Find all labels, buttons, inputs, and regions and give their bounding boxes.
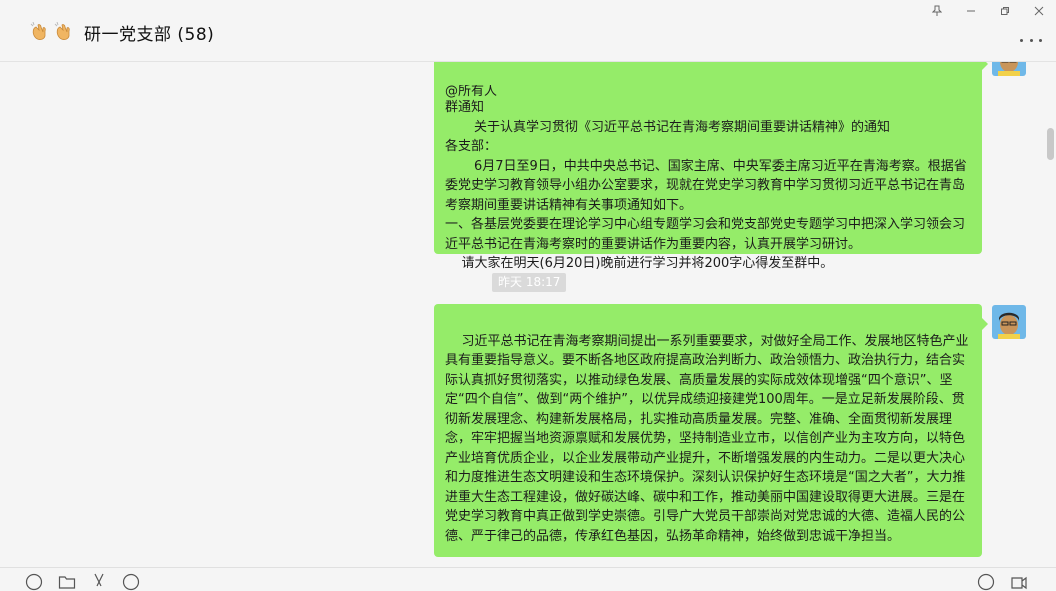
message-text: 习近平总书记在青海考察期间提出一系列重要要求，对做好全局工作、发展地区特色产业具… — [445, 333, 969, 544]
message-bubble[interactable]: 习近平总书记在青海考察期间提出一系列重要要求，对做好全局工作、发展地区特色产业具… — [434, 304, 988, 557]
restore-icon[interactable] — [990, 2, 1020, 20]
message-bubble[interactable]: @所有人群通知 关于认真学习贯彻《习近平总书记在青海考察期间重要讲话精神》的通知… — [434, 62, 988, 271]
video-call-icon[interactable] — [1010, 573, 1028, 591]
avatar[interactable] — [992, 62, 1026, 76]
close-icon[interactable] — [1024, 2, 1054, 20]
timestamp-label: 昨天 18:17 — [492, 273, 567, 292]
clapping-hands-icon — [54, 22, 70, 40]
chat-header: 研一党支部 (58) — [0, 0, 1056, 62]
input-toolbar — [0, 567, 1056, 591]
voice-call-icon[interactable] — [977, 573, 995, 591]
chat-title: 研一党支部 (58) — [84, 24, 215, 45]
bubble-tail — [982, 62, 988, 70]
more-dots-icon[interactable] — [1020, 34, 1042, 46]
message-list[interactable]: @所有人群通知 关于认真学习贯彻《习近平总书记在青海考察期间重要讲话精神》的通知… — [0, 62, 1056, 567]
message-text: 群通知 关于认真学习贯彻《习近平总书记在青海考察期间重要讲话精神》的通知 各支部… — [445, 100, 967, 271]
avatar[interactable] — [992, 305, 1026, 339]
clapping-hands-icon — [30, 22, 46, 40]
pin-icon[interactable] — [922, 2, 952, 20]
scissors-icon[interactable] — [90, 573, 108, 591]
message-partial-line: @所有人 — [445, 85, 498, 98]
chat-history-icon[interactable] — [122, 573, 140, 591]
bubble-tail — [982, 318, 988, 330]
folder-icon[interactable] — [58, 573, 76, 591]
title-wrap: 研一党支部 (58) — [30, 20, 215, 45]
scrollbar-thumb[interactable] — [1047, 128, 1054, 160]
minimize-icon[interactable] — [956, 2, 986, 20]
emoji-icon[interactable] — [25, 573, 43, 591]
